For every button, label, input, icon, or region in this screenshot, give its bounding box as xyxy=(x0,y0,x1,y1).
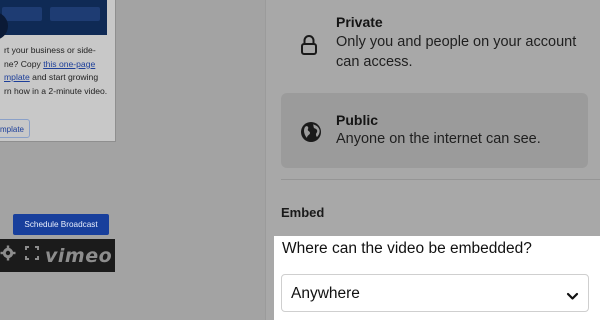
lock-icon xyxy=(300,34,318,61)
privacy-option-private-title: Private xyxy=(336,14,383,30)
left-panel: rt your business or side-ne? Copy this o… xyxy=(0,0,265,320)
chevron-down-icon xyxy=(566,288,579,306)
template-card: rt your business or side-ne? Copy this o… xyxy=(0,0,116,142)
embed-location-select-value: Anywhere xyxy=(291,285,360,302)
embed-settings-highlight: Where can the video be embedded? Anywher… xyxy=(274,236,600,320)
gear-icon[interactable] xyxy=(0,245,16,266)
section-divider xyxy=(281,179,600,180)
card-banner-image xyxy=(0,0,107,35)
schedule-broadcast-button[interactable]: Schedule Broadcast xyxy=(13,214,109,235)
fullscreen-icon[interactable] xyxy=(25,246,39,265)
privacy-option-private[interactable]: Private Only you and people on your acco… xyxy=(281,0,588,80)
globe-icon xyxy=(300,121,322,148)
use-template-button[interactable]: mplate xyxy=(0,119,30,138)
card-description: rt your business or side-ne? Copy this o… xyxy=(4,44,108,98)
video-player-controls: vimeo xyxy=(0,239,115,272)
vimeo-logo[interactable]: vimeo xyxy=(45,245,112,267)
embed-question-label: Where can the video be embedded? xyxy=(282,240,532,257)
privacy-option-public-title: Public xyxy=(336,112,379,128)
privacy-option-public[interactable]: Public Anyone on the internet can see. xyxy=(281,93,588,168)
embed-heading: Embed xyxy=(281,205,325,220)
privacy-option-public-description: Anyone on the internet can see. xyxy=(336,131,541,147)
privacy-option-private-description: Only you and people on your account can … xyxy=(336,34,577,70)
embed-location-select[interactable]: Anywhere xyxy=(281,274,589,312)
